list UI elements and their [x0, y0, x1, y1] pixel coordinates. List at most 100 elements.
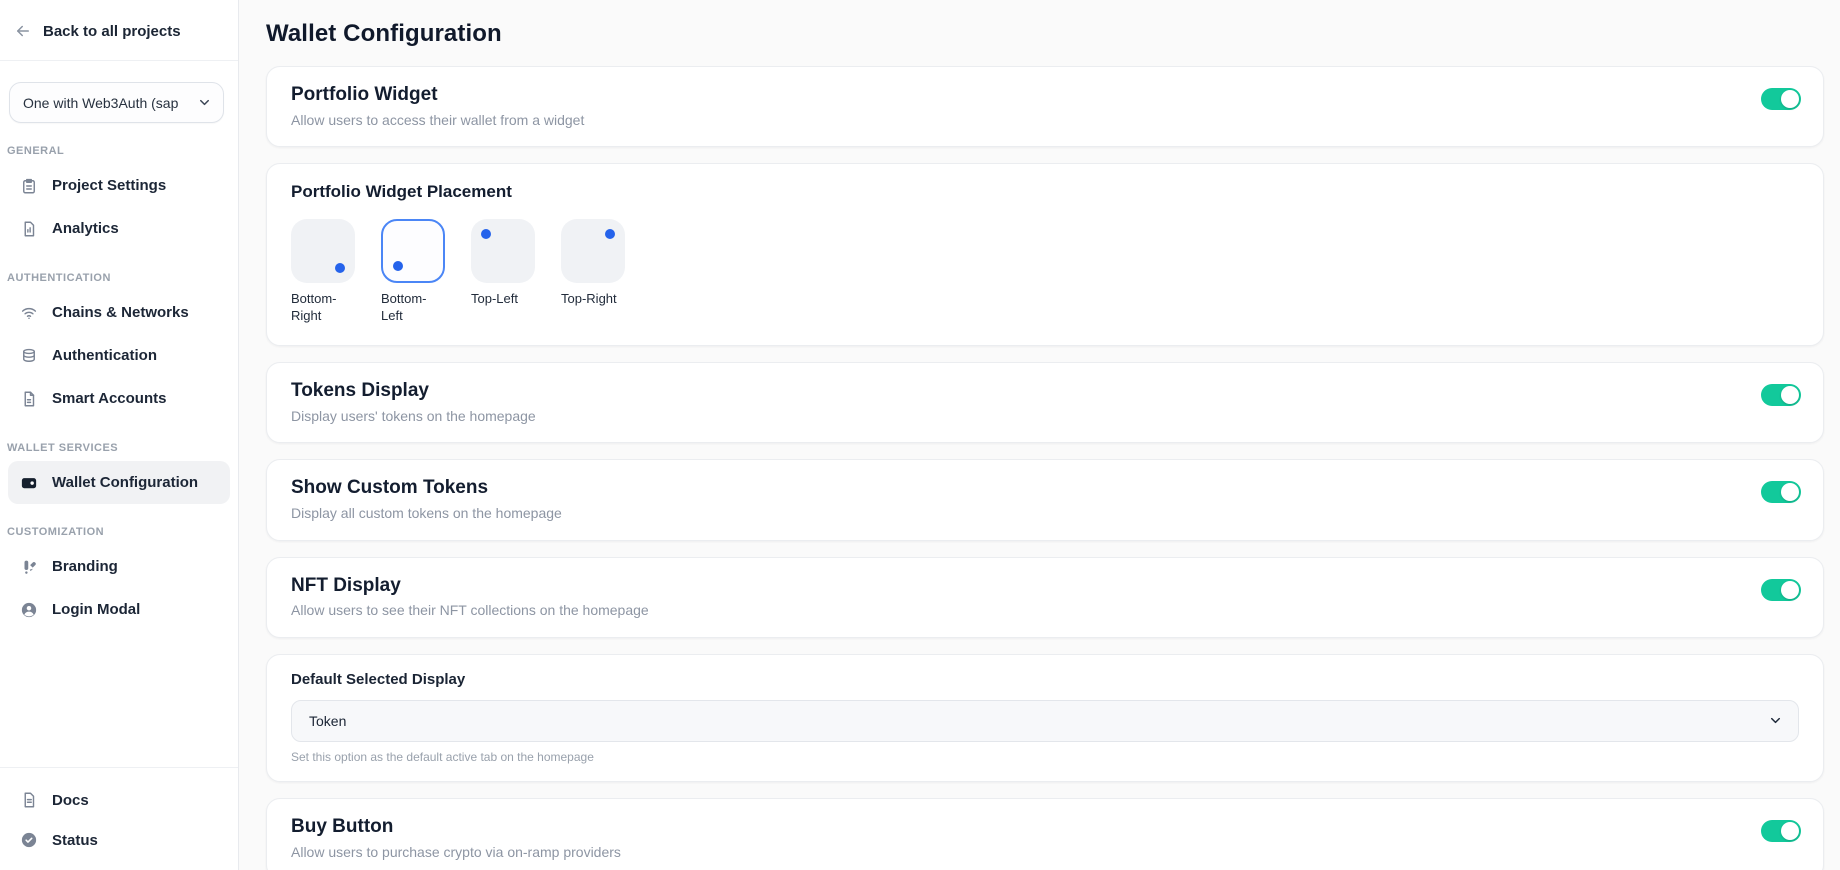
- placement-option-top-left[interactable]: Top-Left: [471, 219, 537, 325]
- main-content: Wallet Configuration Portfolio Widget Al…: [239, 0, 1840, 870]
- select-helper-text: Set this option as the default active ta…: [291, 750, 1799, 764]
- card-title: Portfolio Widget Placement: [291, 182, 1799, 202]
- sidebar-item-project-settings[interactable]: Project Settings: [8, 164, 230, 207]
- section-label: GENERAL: [0, 133, 238, 164]
- tokens-display-card: Tokens Display Display users' tokens on …: [266, 362, 1824, 443]
- portfolio-widget-placement-card: Portfolio Widget Placement Bottom-Right …: [266, 163, 1824, 346]
- default-display-select[interactable]: Token: [291, 700, 1799, 742]
- chevron-down-icon: [197, 95, 212, 110]
- placement-tile: [291, 219, 355, 283]
- status-check-icon: [20, 831, 38, 849]
- placement-label: Bottom-Left: [381, 291, 447, 325]
- toggle-knob: [1781, 581, 1799, 599]
- placement-dot-icon: [393, 261, 403, 271]
- sidebar-item-smart-accounts[interactable]: Smart Accounts: [8, 377, 230, 420]
- toggle-knob: [1781, 822, 1799, 840]
- placement-options: Bottom-Right Bottom-Left Top-Left Top-Ri…: [291, 219, 1799, 325]
- placement-tile: [561, 219, 625, 283]
- show-custom-tokens-card: Show Custom Tokens Display all custom to…: [266, 459, 1824, 540]
- sidebar: Back to all projects One with Web3Auth (…: [0, 0, 239, 870]
- section-label: WALLET SERVICES: [0, 430, 238, 461]
- toggle-knob: [1781, 386, 1799, 404]
- sidebar-item-label: Chains & Networks: [52, 304, 189, 321]
- back-to-projects-link[interactable]: Back to all projects: [0, 0, 238, 60]
- user-circle-icon: [20, 601, 38, 619]
- placement-label: Bottom-Right: [291, 291, 357, 325]
- wifi-icon: [20, 304, 38, 322]
- placement-dot-icon: [605, 229, 615, 239]
- select-value: Token: [309, 713, 346, 729]
- tokens-display-toggle[interactable]: [1761, 384, 1801, 406]
- placement-label: Top-Left: [471, 291, 537, 308]
- card-title: Tokens Display: [291, 380, 536, 403]
- card-description: Allow users to purchase crypto via on-ra…: [291, 844, 621, 862]
- card-title: Portfolio Widget: [291, 84, 584, 107]
- app: Back to all projects One with Web3Auth (…: [0, 0, 1840, 870]
- sidebar-footer: Docs Status: [0, 767, 238, 870]
- sidebar-section-general: GENERAL Project Settings Analytics: [0, 133, 238, 250]
- default-selected-display-card: Default Selected Display Token Set this …: [266, 654, 1824, 782]
- sidebar-divider: [0, 60, 238, 61]
- sidebar-item-label: Docs: [52, 792, 89, 809]
- portfolio-widget-card: Portfolio Widget Allow users to access t…: [266, 66, 1824, 147]
- back-arrow-icon: [14, 22, 32, 40]
- page-title: Wallet Configuration: [266, 20, 1824, 48]
- sidebar-section-wallet-services: WALLET SERVICES Wallet Configuration: [0, 430, 238, 504]
- sidebar-item-branding[interactable]: Branding: [8, 545, 230, 588]
- toggle-knob: [1781, 483, 1799, 501]
- sidebar-item-authentication[interactable]: Authentication: [8, 334, 230, 377]
- sidebar-item-label: Status: [52, 832, 98, 849]
- card-description: Allow users to access their wallet from …: [291, 112, 584, 130]
- buy-button-card: Buy Button Allow users to purchase crypt…: [266, 798, 1824, 870]
- file-icon: [20, 390, 38, 408]
- back-label: Back to all projects: [43, 23, 181, 40]
- sidebar-item-wallet-configuration[interactable]: Wallet Configuration: [8, 461, 230, 504]
- branding-icon: [20, 558, 38, 576]
- sidebar-item-docs[interactable]: Docs: [8, 780, 230, 820]
- section-label: CUSTOMIZATION: [0, 514, 238, 545]
- sidebar-item-label: Wallet Configuration: [52, 474, 198, 491]
- sidebar-item-label: Login Modal: [52, 601, 140, 618]
- sidebar-item-login-modal[interactable]: Login Modal: [8, 588, 230, 631]
- card-description: Display all custom tokens on the homepag…: [291, 505, 562, 523]
- sidebar-section-authentication: AUTHENTICATION Chains & Networks Authent…: [0, 260, 238, 420]
- show-custom-tokens-toggle[interactable]: [1761, 481, 1801, 503]
- card-title: Show Custom Tokens: [291, 477, 562, 500]
- select-label: Default Selected Display: [291, 671, 1799, 688]
- placement-option-bottom-right[interactable]: Bottom-Right: [291, 219, 357, 325]
- card-title: NFT Display: [291, 575, 649, 598]
- sidebar-item-label: Analytics: [52, 220, 119, 237]
- sidebar-item-label: Authentication: [52, 347, 157, 364]
- placement-option-top-right[interactable]: Top-Right: [561, 219, 627, 325]
- placement-tile-selected: [381, 219, 445, 283]
- section-label: AUTHENTICATION: [0, 260, 238, 291]
- card-description: Display users' tokens on the homepage: [291, 408, 536, 426]
- placement-tile: [471, 219, 535, 283]
- database-icon: [20, 347, 38, 365]
- clipboard-icon: [20, 177, 38, 195]
- toggle-knob: [1781, 90, 1799, 108]
- document-icon: [20, 791, 38, 809]
- card-title: Buy Button: [291, 816, 621, 839]
- project-selector-value: One with Web3Auth (sap: [23, 95, 191, 111]
- placement-label: Top-Right: [561, 291, 627, 308]
- buy-button-toggle[interactable]: [1761, 820, 1801, 842]
- placement-dot-icon: [481, 229, 491, 239]
- sidebar-item-label: Branding: [52, 558, 118, 575]
- nft-display-card: NFT Display Allow users to see their NFT…: [266, 557, 1824, 638]
- nft-display-toggle[interactable]: [1761, 579, 1801, 601]
- project-selector[interactable]: One with Web3Auth (sap: [9, 82, 224, 123]
- sidebar-item-chains-networks[interactable]: Chains & Networks: [8, 291, 230, 334]
- card-description: Allow users to see their NFT collections…: [291, 602, 649, 620]
- sidebar-section-customization: CUSTOMIZATION Branding Login Modal: [0, 514, 238, 631]
- portfolio-widget-toggle[interactable]: [1761, 88, 1801, 110]
- sidebar-item-analytics[interactable]: Analytics: [8, 207, 230, 250]
- placement-dot-icon: [335, 263, 345, 273]
- sidebar-item-label: Smart Accounts: [52, 390, 166, 407]
- analytics-icon: [20, 220, 38, 238]
- chevron-down-icon: [1768, 713, 1783, 728]
- wallet-icon: [20, 474, 38, 492]
- placement-option-bottom-left[interactable]: Bottom-Left: [381, 219, 447, 325]
- sidebar-item-status[interactable]: Status: [8, 820, 230, 860]
- sidebar-item-label: Project Settings: [52, 177, 166, 194]
